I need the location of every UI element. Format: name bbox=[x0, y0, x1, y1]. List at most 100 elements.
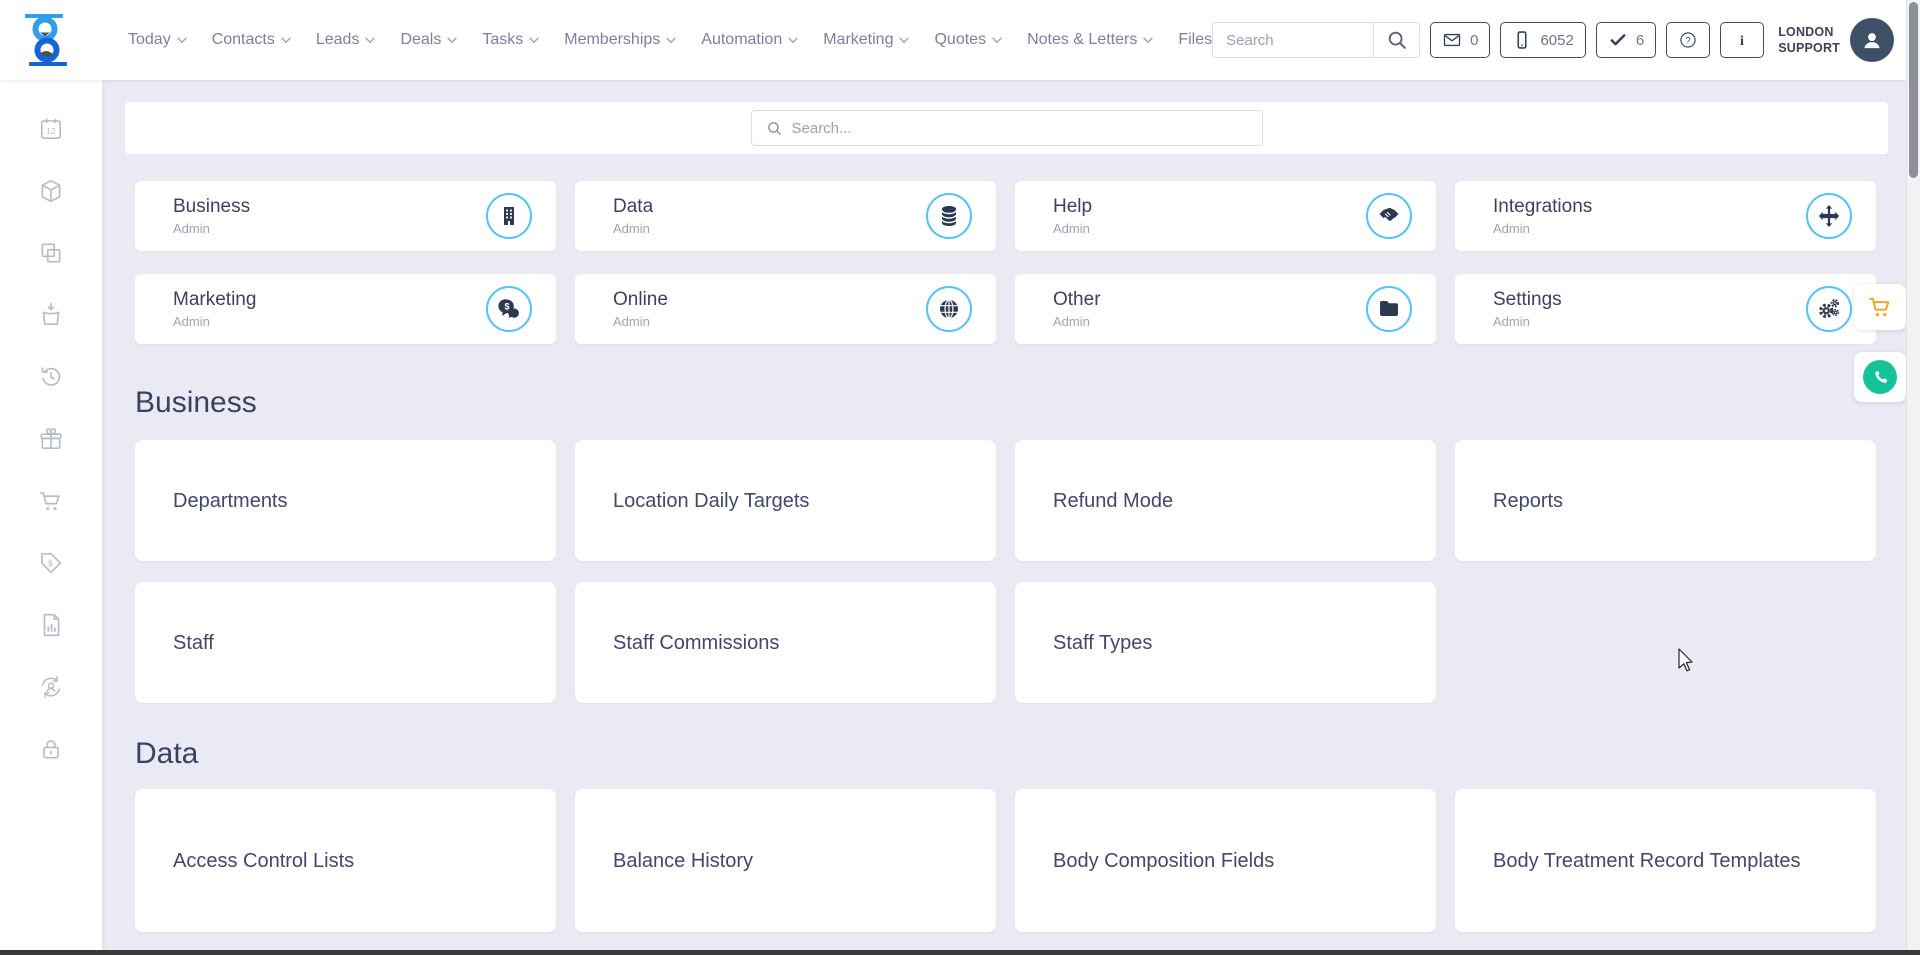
tile-departments[interactable]: Departments bbox=[135, 440, 556, 561]
sidebar-item-calendar[interactable]: 12 bbox=[38, 116, 64, 142]
topbar-badges: 0 6052 6? i bbox=[1430, 22, 1765, 58]
admin-card-subtitle: Admin bbox=[613, 314, 650, 329]
chevron-down-icon bbox=[666, 37, 676, 44]
admin-card-business[interactable]: Business Admin bbox=[135, 181, 556, 251]
nav-item-notes-letters[interactable]: Notes & Letters bbox=[1027, 31, 1154, 49]
bag-download-icon bbox=[38, 302, 64, 328]
tile-body-composition-fields[interactable]: Body Composition Fields bbox=[1015, 789, 1436, 932]
tile-location-daily-targets[interactable]: Location Daily Targets bbox=[575, 440, 996, 561]
window-bottom-edge bbox=[0, 950, 1920, 955]
nav-label: Notes & Letters bbox=[1027, 31, 1138, 48]
tile-label: Departments bbox=[173, 489, 288, 512]
nav-label: Quotes bbox=[934, 31, 987, 48]
floating-cart-button[interactable] bbox=[1854, 284, 1906, 330]
admin-card-other[interactable]: Other Admin bbox=[1015, 274, 1436, 344]
tile-label: Body Treatment Record Templates bbox=[1493, 849, 1801, 872]
svg-text:$: $ bbox=[504, 302, 509, 312]
sidebar-item-gift[interactable] bbox=[38, 426, 64, 452]
sidebar-item-report[interactable] bbox=[38, 612, 64, 638]
scrollbar-thumb[interactable] bbox=[1909, 2, 1918, 178]
nav-item-tasks[interactable]: Tasks bbox=[482, 31, 539, 49]
nav-label: Deals bbox=[400, 31, 442, 48]
info-badge[interactable]: i bbox=[1720, 22, 1765, 58]
topbar: Today Contacts Leads Deals Tasks Memberships A… bbox=[0, 0, 1906, 80]
nav-item-today[interactable]: Today bbox=[128, 31, 187, 49]
nav-item-automation[interactable]: Automation bbox=[701, 31, 798, 49]
admin-card-help[interactable]: Help Admin bbox=[1015, 181, 1436, 251]
section-title-data: Data bbox=[135, 737, 199, 770]
svg-text:?: ? bbox=[1686, 35, 1691, 45]
app-logo-icon[interactable] bbox=[24, 12, 68, 68]
chevron-down-icon bbox=[529, 37, 539, 44]
messages-badge[interactable]: 0 bbox=[1430, 22, 1491, 58]
tile-label: Location Daily Targets bbox=[613, 489, 810, 512]
cart-icon bbox=[38, 488, 64, 514]
calls-badge[interactable]: 6052 bbox=[1500, 22, 1586, 58]
topbar-search-input[interactable] bbox=[1213, 23, 1374, 57]
report-icon bbox=[38, 612, 64, 638]
sidebar-item-account-sync[interactable] bbox=[38, 674, 64, 700]
tile-body-treatment-record-templates[interactable]: Body Treatment Record Templates bbox=[1455, 789, 1876, 932]
admin-card-title: Marketing bbox=[173, 289, 257, 310]
tile-staff[interactable]: Staff bbox=[135, 582, 556, 703]
gift-icon bbox=[38, 426, 64, 452]
sidebar-item-lock[interactable] bbox=[38, 736, 64, 762]
user-avatar[interactable] bbox=[1850, 18, 1895, 62]
sidebar-item-copy[interactable] bbox=[38, 240, 64, 266]
tile-staff-types[interactable]: Staff Types bbox=[1015, 582, 1436, 703]
nav-label: Contacts bbox=[211, 31, 275, 48]
cart-orange-icon bbox=[1867, 294, 1893, 320]
nav-label: Marketing bbox=[823, 31, 894, 48]
sidebar-item-package[interactable] bbox=[38, 178, 64, 204]
topbar-search bbox=[1212, 22, 1421, 58]
sidebar-item-price-tag[interactable]: $ bbox=[38, 550, 64, 576]
history-icon bbox=[38, 364, 64, 390]
chevron-down-icon bbox=[1143, 37, 1154, 44]
help-badge[interactable]: ? bbox=[1666, 22, 1711, 58]
user-name: LONDON SUPPORT bbox=[1778, 24, 1841, 55]
tasks-count: 6 bbox=[1635, 31, 1645, 49]
tile-label: Staff Types bbox=[1053, 631, 1153, 654]
admin-card-settings[interactable]: Settings Admin bbox=[1455, 274, 1876, 344]
admin-card-marketing[interactable]: Marketing Admin $ bbox=[135, 274, 556, 344]
admin-card-text: Help Admin bbox=[1053, 196, 1366, 236]
building-icon bbox=[497, 204, 521, 228]
nav-item-contacts[interactable]: Contacts bbox=[212, 31, 291, 49]
move-arrows-icon bbox=[1817, 204, 1841, 228]
tasks-badge[interactable]: 6 bbox=[1595, 22, 1657, 58]
tile-label: Balance History bbox=[613, 849, 754, 872]
scrollbar-track[interactable] bbox=[1906, 0, 1920, 955]
magnifier-icon bbox=[766, 120, 783, 137]
content-search-input[interactable] bbox=[791, 119, 1248, 137]
admin-card-subtitle: Admin bbox=[1053, 221, 1090, 236]
content-toolbar bbox=[125, 102, 1888, 154]
nav-item-files[interactable]: Files bbox=[1178, 31, 1212, 49]
database-icon-circle bbox=[926, 193, 972, 239]
nav-item-quotes[interactable]: Quotes bbox=[934, 31, 1002, 49]
tile-reports[interactable]: Reports bbox=[1455, 440, 1876, 561]
phone-icon bbox=[1512, 30, 1532, 50]
nav-item-marketing[interactable]: Marketing bbox=[823, 31, 910, 49]
floating-whatsapp-button[interactable] bbox=[1854, 352, 1906, 402]
tile-balance-history[interactable]: Balance History bbox=[575, 789, 996, 932]
price-tag-icon: $ bbox=[38, 550, 64, 576]
admin-card-text: Other Admin bbox=[1053, 289, 1366, 329]
nav-item-memberships[interactable]: Memberships bbox=[564, 31, 676, 49]
admin-card-integrations[interactable]: Integrations Admin bbox=[1455, 181, 1876, 251]
sidebar-item-history[interactable] bbox=[38, 364, 64, 390]
tile-staff-commissions[interactable]: Staff Commissions bbox=[575, 582, 996, 703]
tile-label: Access Control Lists bbox=[173, 849, 355, 872]
sidebar: 12 $ bbox=[0, 80, 102, 955]
tile-refund-mode[interactable]: Refund Mode bbox=[1015, 440, 1436, 561]
nav-item-leads[interactable]: Leads bbox=[316, 31, 376, 49]
sidebar-item-cart[interactable] bbox=[38, 488, 64, 514]
admin-card-data[interactable]: Data Admin bbox=[575, 181, 996, 251]
nav-item-deals[interactable]: Deals bbox=[400, 31, 458, 49]
sidebar-item-bag-download[interactable] bbox=[38, 302, 64, 328]
chevron-down-icon bbox=[992, 37, 1002, 44]
nav-label: Memberships bbox=[564, 31, 661, 48]
tile-access-control-lists[interactable]: Access Control Lists bbox=[135, 789, 556, 932]
globe-icon bbox=[937, 297, 961, 321]
topbar-search-button[interactable] bbox=[1373, 23, 1420, 57]
admin-card-online[interactable]: Online Admin bbox=[575, 274, 996, 344]
